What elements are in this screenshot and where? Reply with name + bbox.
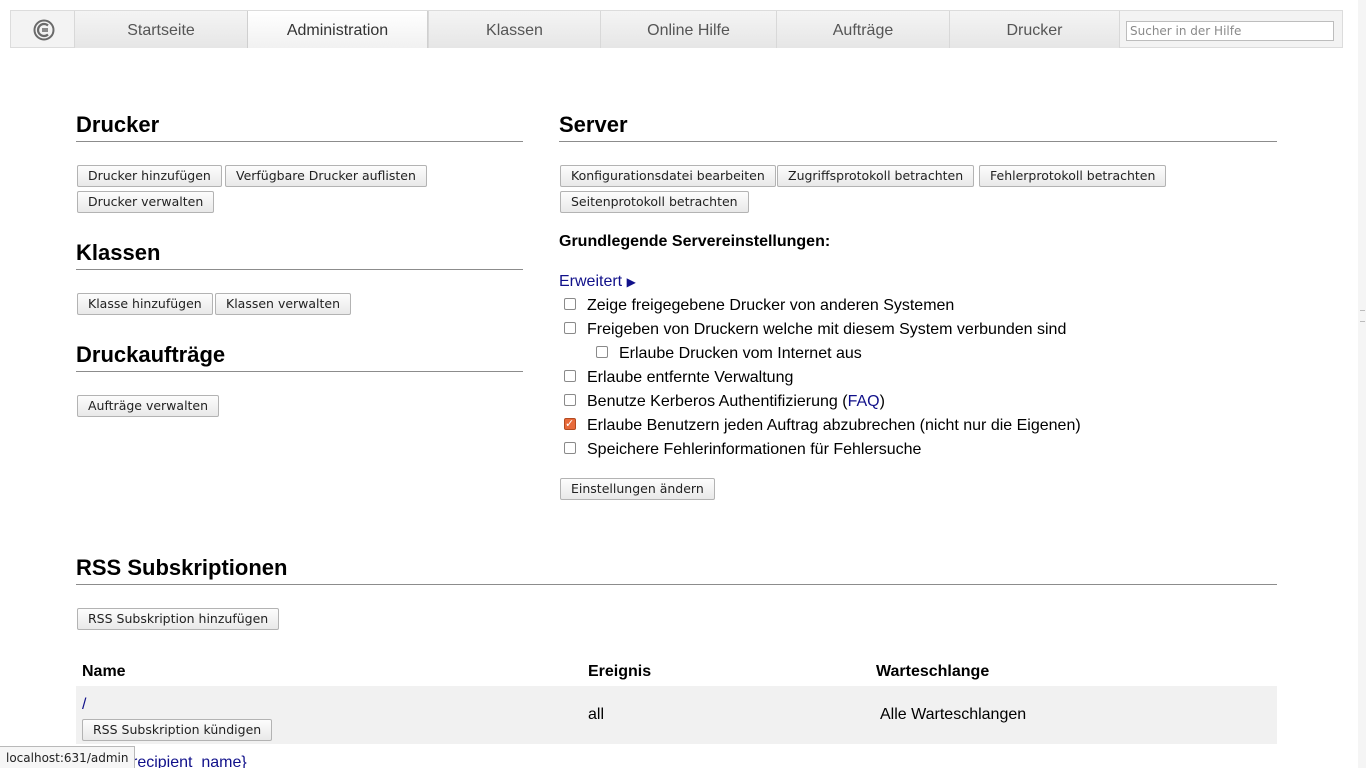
add-rss-subscription-button[interactable]: RSS Subskription hinzufügen xyxy=(77,608,280,630)
checkbox-row-debug: Speichere Fehlerinformationen für Fehler… xyxy=(564,440,921,460)
subscription-event-cell: all xyxy=(588,706,605,723)
klassen-heading: Klassen xyxy=(76,240,161,265)
allow-internet-printing-checkbox[interactable] xyxy=(596,346,608,358)
subscription-name-cell: / RSS Subskription kündigen xyxy=(76,686,582,744)
share-printers-checkbox[interactable] xyxy=(564,322,576,334)
manage-jobs-button[interactable]: Aufträge verwalten xyxy=(77,395,220,417)
browser-status-bar: localhost:631/admin xyxy=(0,746,136,768)
checkbox-label: Zeige freigegebene Drucker von anderen S… xyxy=(587,297,955,314)
checkbox-row-cancel-any: Erlaube Benutzern jeden Auftrag abzubrec… xyxy=(564,414,1081,436)
change-settings-button[interactable]: Einstellungen ändern xyxy=(560,478,715,500)
scrollbar-grip[interactable] xyxy=(1360,310,1365,322)
column-header-event: Ereignis xyxy=(588,663,652,680)
table-row: recipient_name} xyxy=(76,744,1277,768)
view-access-log-button[interactable]: Zugriffsprotokoll betrachten xyxy=(777,165,975,187)
view-page-log-button[interactable]: Seitenprotokoll betrachten xyxy=(560,191,749,213)
checkbox-label: Erlaube Benutzern jeden Auftrag abzubrec… xyxy=(587,417,1081,434)
checkbox-label: Erlaube entfernte Verwaltung xyxy=(587,369,794,386)
help-search-input[interactable] xyxy=(1126,21,1334,41)
checkbox-row-kerberos: Benutze Kerberos Authentifizierung (FAQ) xyxy=(564,392,885,412)
use-kerberos-checkbox[interactable] xyxy=(564,394,576,406)
klassen-divider xyxy=(76,269,523,270)
checkbox-label: Benutze Kerberos Authentifizierung ( xyxy=(587,393,848,410)
tab-drucker[interactable]: Drucker xyxy=(949,11,1120,48)
add-printer-button[interactable]: Drucker hinzufügen xyxy=(77,165,222,187)
rss-divider xyxy=(76,584,1277,585)
manage-printers-button[interactable]: Drucker verwalten xyxy=(77,191,215,213)
checkbox-label: Erlaube Drucken vom Internet aus xyxy=(619,345,862,362)
tab-klassen[interactable]: Klassen xyxy=(428,11,600,48)
druckauftraege-divider xyxy=(76,371,523,372)
server-divider xyxy=(559,141,1277,142)
tab-administration[interactable]: Administration xyxy=(247,11,428,48)
tab-auftraege[interactable]: Aufträge xyxy=(776,11,949,48)
subscription-event-cell xyxy=(582,744,870,768)
save-debug-info-checkbox[interactable] xyxy=(564,442,576,454)
kerberos-faq-link[interactable]: FAQ xyxy=(848,393,880,410)
allow-cancel-any-job-checkbox[interactable] xyxy=(564,414,576,434)
tab-startseite[interactable]: Startseite xyxy=(74,11,247,48)
checkbox-label: Speichere Fehlerinformationen für Fehler… xyxy=(587,441,922,458)
checkbox-row-share-remote: Zeige freigegebene Drucker von anderen S… xyxy=(564,296,954,316)
table-row: / RSS Subskription kündigen all Alle War… xyxy=(76,686,1277,744)
add-class-button[interactable]: Klasse hinzufügen xyxy=(77,293,213,315)
list-available-printers-button[interactable]: Verfügbare Drucker auflisten xyxy=(225,165,427,187)
column-header-name: Name xyxy=(82,663,126,680)
drucker-divider xyxy=(76,141,523,142)
checkbox-label-suffix: ) xyxy=(879,393,885,410)
allow-remote-admin-checkbox[interactable] xyxy=(564,370,576,382)
column-header-queue: Warteschlange xyxy=(876,663,990,680)
subscription-link[interactable]: / xyxy=(82,696,576,714)
checkbox-label: Freigeben von Druckern welche mit diesem… xyxy=(587,321,1067,338)
cups-logo-icon[interactable] xyxy=(33,19,55,41)
top-navigation-bar: Startseite Administration Klassen Online… xyxy=(10,10,1343,48)
manage-classes-button[interactable]: Klassen verwalten xyxy=(215,293,352,315)
server-heading: Server xyxy=(559,112,628,137)
show-shared-printers-checkbox[interactable] xyxy=(564,298,576,310)
table-header-row: Name Ereignis Warteschlange xyxy=(76,658,1277,686)
checkbox-row-internet: Erlaube Drucken vom Internet aus xyxy=(596,344,862,364)
checkbox-row-share-local: Freigeben von Druckern welche mit diesem… xyxy=(564,320,1066,340)
cancel-rss-subscription-button[interactable]: RSS Subskription kündigen xyxy=(82,719,273,741)
advanced-settings-link[interactable]: Erweitert xyxy=(559,273,622,290)
subscription-name-cell: recipient_name} xyxy=(76,744,582,768)
drucker-heading: Drucker xyxy=(76,112,160,137)
druckauftraege-heading: Druckaufträge xyxy=(76,342,226,367)
view-error-log-button[interactable]: Fehlerprotokoll betrachten xyxy=(979,165,1167,187)
rss-subscriptions-table: Name Ereignis Warteschlange / RSS Subskr… xyxy=(76,658,1277,768)
vertical-scrollbar[interactable] xyxy=(1358,0,1366,768)
edit-config-file-button[interactable]: Konfigurationsdatei bearbeiten xyxy=(560,165,776,187)
checkbox-row-remote-admin: Erlaube entfernte Verwaltung xyxy=(564,368,793,388)
subscription-queue-cell: Alle Warteschlangen xyxy=(880,706,1027,723)
basic-server-settings-label: Grundlegende Servereinstellungen: xyxy=(559,233,831,250)
advanced-link-row: Erweitert ▶ xyxy=(559,272,636,292)
expand-arrow-icon[interactable]: ▶ xyxy=(627,275,636,289)
subscription-queue-cell xyxy=(870,744,1277,768)
tab-online-hilfe[interactable]: Online Hilfe xyxy=(600,11,776,48)
rss-heading: RSS Subskriptionen xyxy=(76,555,288,580)
